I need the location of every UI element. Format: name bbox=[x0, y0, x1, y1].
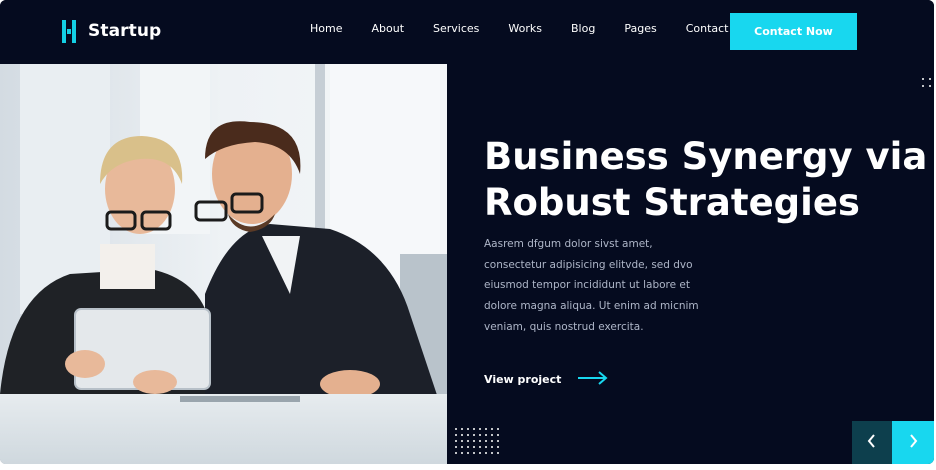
nav-item-blog[interactable]: Blog bbox=[571, 22, 595, 35]
hero-title-line2: Robust Strategies bbox=[484, 181, 860, 224]
nav-item-works[interactable]: Works bbox=[508, 22, 542, 35]
view-project-label: View project bbox=[484, 372, 562, 386]
view-project-link[interactable]: View project bbox=[484, 368, 609, 390]
chevron-left-icon bbox=[866, 433, 878, 452]
slider-prev-button[interactable] bbox=[852, 421, 892, 464]
logo[interactable]: Startup bbox=[62, 18, 161, 44]
hero-image bbox=[0, 64, 447, 464]
arrow-right-icon bbox=[577, 370, 609, 389]
page-frame: Startup Home About Services Works Blog P… bbox=[0, 0, 934, 464]
site-header: Startup Home About Services Works Blog P… bbox=[0, 0, 934, 64]
nav-item-pages[interactable]: Pages bbox=[624, 22, 656, 35]
logo-icon bbox=[62, 19, 77, 43]
dots-decoration-top bbox=[922, 78, 932, 88]
main-nav: Home About Services Works Blog Pages Con… bbox=[310, 22, 758, 35]
contact-now-button[interactable]: Contact Now bbox=[730, 13, 857, 50]
slider-next-button[interactable] bbox=[892, 421, 934, 464]
hero-title: Business Synergy via Robust Strategies bbox=[484, 134, 928, 226]
hero-title-line1: Business Synergy via bbox=[484, 135, 928, 178]
hero-description: Aasrem dfgum dolor sivst amet, consectet… bbox=[484, 238, 699, 333]
dots-decoration-bottom bbox=[455, 428, 503, 460]
nav-item-services[interactable]: Services bbox=[433, 22, 479, 35]
nav-item-contact[interactable]: Contact bbox=[686, 22, 729, 35]
nav-item-home[interactable]: Home bbox=[310, 22, 342, 35]
logo-text: Startup bbox=[88, 21, 162, 41]
nav-item-about[interactable]: About bbox=[371, 22, 404, 35]
chevron-right-icon bbox=[907, 433, 919, 452]
